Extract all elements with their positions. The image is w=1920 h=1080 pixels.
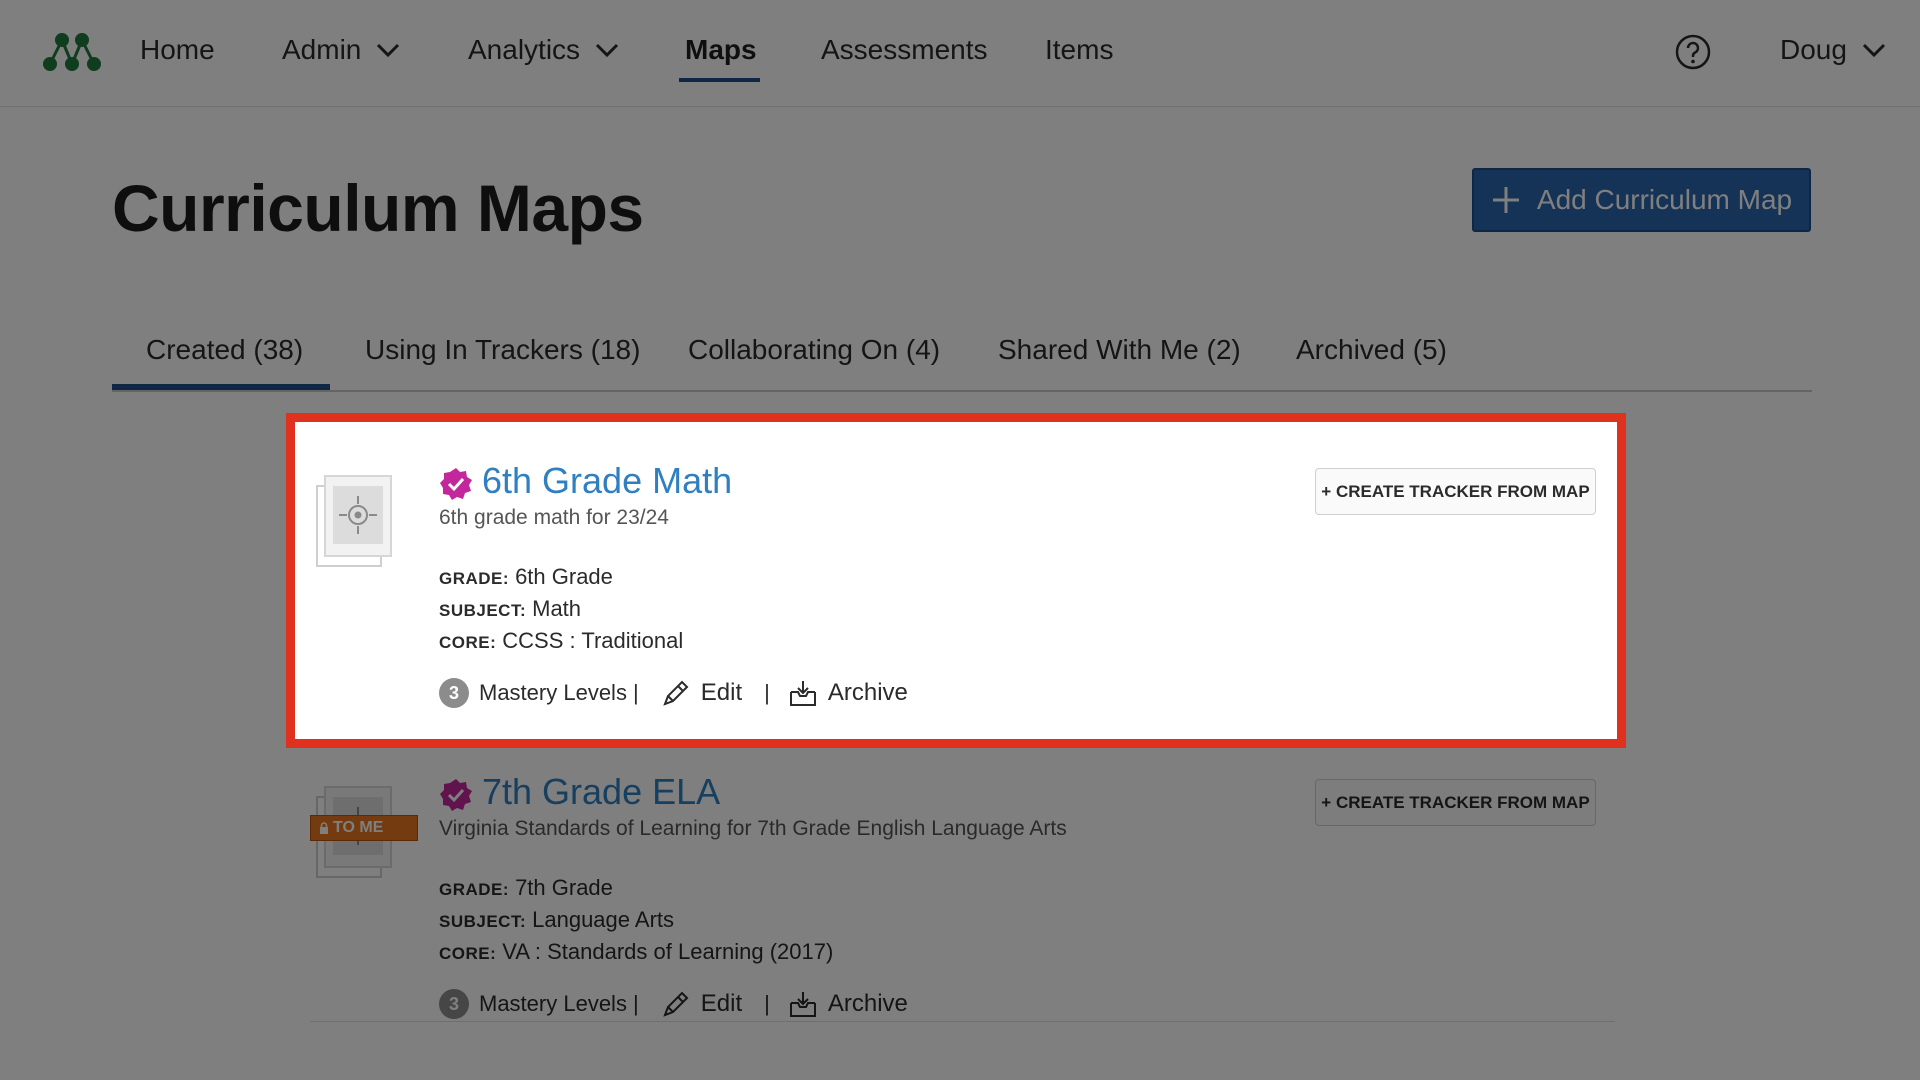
mastery-count-badge: 3 (439, 678, 469, 708)
shared-tag-label: TO ME (333, 819, 384, 836)
nav-active-indicator (679, 78, 760, 82)
grade-label: GRADE: (439, 569, 510, 588)
top-navigation: Home Admin Analytics Maps Assessments It… (0, 0, 1920, 107)
map-description: 6th grade math for 23/24 (439, 506, 669, 529)
plus-icon (1492, 187, 1519, 213)
mastery-levels-link[interactable]: Mastery Levels | (479, 991, 639, 1017)
map-thumbnail-icon[interactable] (315, 472, 395, 568)
card-divider (310, 1021, 1615, 1022)
map-grade: GRADE: 6th Grade (439, 564, 613, 590)
core-label: CORE: (439, 633, 497, 652)
mastery-count-badge: 3 (439, 989, 469, 1019)
archive-button[interactable]: Archive (788, 989, 908, 1019)
nav-assessments-label: Assessments (821, 34, 988, 65)
map-description: Virginia Standards of Learning for 7th G… (439, 817, 1067, 840)
subject-label: SUBJECT: (439, 601, 527, 620)
archive-button[interactable]: Archive (788, 678, 908, 708)
action-separator: | (764, 991, 770, 1016)
map-card: 6th Grade Math 6th grade math for 23/24 … (305, 422, 1596, 712)
map-actions: 3 Mastery Levels | Edit | Archive (439, 986, 908, 1022)
map-core: CORE: CCSS : Traditional (439, 628, 683, 654)
nav-home-label: Home (140, 34, 215, 65)
page-title: Curriculum Maps (112, 171, 644, 245)
core-label: CORE: (439, 944, 497, 963)
shared-to-me-tag: TO ME (310, 815, 418, 841)
archive-icon (789, 992, 816, 1017)
tab-collaborating-on[interactable]: Collaborating On (4) (688, 334, 940, 366)
nav-analytics-label: Analytics (468, 34, 581, 65)
grade-value: 7th Grade (515, 875, 613, 900)
map-subject: SUBJECT: Math (439, 596, 581, 622)
archive-label: Archive (827, 990, 908, 1017)
chevron-down-icon (1862, 43, 1885, 58)
subject-label: SUBJECT: (439, 912, 527, 931)
grade-label: GRADE: (439, 880, 510, 899)
user-menu[interactable]: Doug (1780, 34, 1887, 66)
map-tabs: Created (38) Using In Trackers (18) Coll… (112, 330, 1812, 392)
grade-value: 6th Grade (515, 564, 613, 589)
lock-icon (320, 822, 328, 834)
tab-using-in-trackers[interactable]: Using In Trackers (18) (365, 334, 640, 366)
map-grade: GRADE: 7th Grade (439, 875, 613, 901)
edit-button[interactable]: Edit (661, 989, 742, 1019)
edit-button[interactable]: Edit (661, 678, 742, 708)
nav-assessments[interactable]: Assessments (821, 34, 988, 66)
dim-right (1626, 413, 1920, 748)
nav-maps[interactable]: Maps (685, 34, 757, 66)
edit-label: Edit (700, 679, 743, 706)
core-value: CCSS : Traditional (502, 628, 684, 653)
core-value: VA : Standards of Learning (2017) (502, 939, 834, 964)
verified-badge-icon (440, 468, 472, 500)
nav-items[interactable]: Items (1045, 34, 1113, 66)
active-tab-indicator (112, 384, 330, 390)
user-name: Doug (1780, 34, 1847, 65)
chevron-down-icon (595, 43, 619, 58)
map-title-link[interactable]: 7th Grade ELA (482, 771, 720, 813)
nav-admin[interactable]: Admin (282, 34, 401, 66)
map-subject: SUBJECT: Language Arts (439, 907, 674, 933)
pencil-icon (663, 991, 689, 1017)
map-card: TO ME 7th Grade ELA Virginia Standards o… (305, 733, 1615, 1023)
tab-created[interactable]: Created (38) (146, 334, 303, 366)
nav-home[interactable]: Home (140, 34, 215, 66)
subject-value: Math (532, 596, 582, 621)
dim-left (0, 413, 286, 748)
verified-badge-icon (440, 779, 472, 811)
nav-admin-label: Admin (282, 34, 362, 65)
nav-analytics[interactable]: Analytics (468, 34, 620, 66)
edit-label: Edit (700, 990, 743, 1017)
create-tracker-button[interactable]: + CREATE TRACKER FROM MAP (1315, 468, 1596, 515)
tab-shared-with-me[interactable]: Shared With Me (2) (998, 334, 1241, 366)
add-curriculum-map-label: Add Curriculum Map (1536, 184, 1793, 215)
map-core: CORE: VA : Standards of Learning (2017) (439, 939, 833, 965)
nav-maps-label: Maps (685, 34, 757, 65)
add-curriculum-map-button[interactable]: Add Curriculum Map (1472, 168, 1811, 232)
subject-value: Language Arts (532, 907, 675, 932)
app-logo-icon[interactable] (40, 30, 104, 72)
chevron-down-icon (377, 43, 400, 58)
archive-icon (789, 681, 816, 706)
nav-items-label: Items (1045, 34, 1114, 65)
tab-archived[interactable]: Archived (5) (1296, 334, 1447, 366)
archive-label: Archive (827, 679, 908, 706)
help-icon[interactable] (1675, 34, 1711, 70)
map-actions: 3 Mastery Levels | Edit | Archive (439, 675, 908, 711)
mastery-levels-link[interactable]: Mastery Levels | (479, 680, 639, 706)
pencil-icon (663, 680, 689, 706)
map-title-link[interactable]: 6th Grade Math (482, 460, 732, 502)
create-tracker-button[interactable]: + CREATE TRACKER FROM MAP (1315, 779, 1596, 826)
action-separator: | (764, 680, 770, 705)
